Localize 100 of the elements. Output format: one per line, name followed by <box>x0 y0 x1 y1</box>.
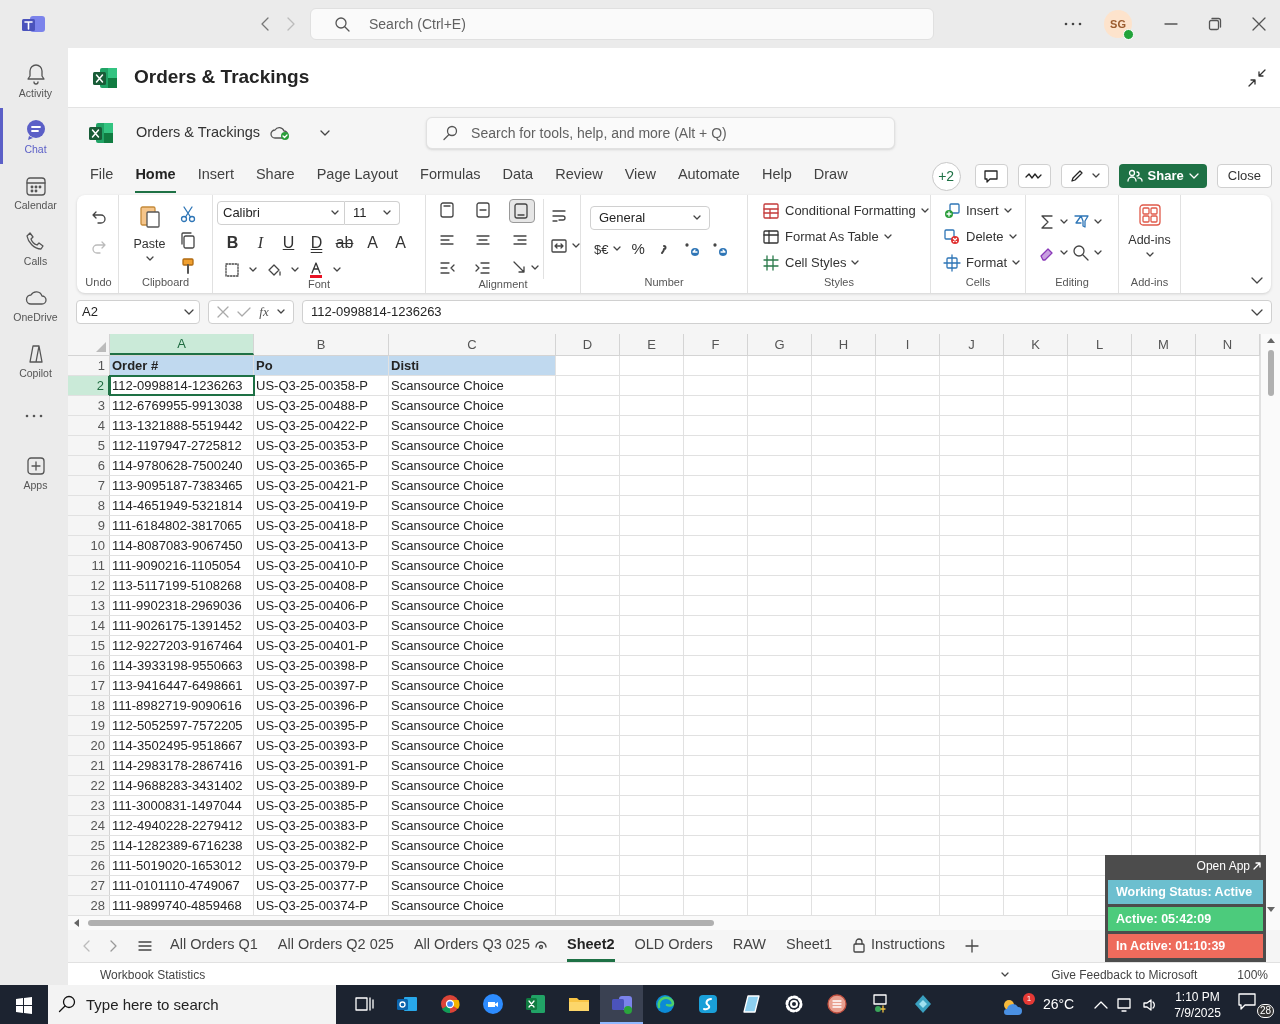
decrease-indent-icon[interactable] <box>438 259 456 277</box>
workbook-statistics-button[interactable]: Workbook Statistics <box>100 965 206 984</box>
menu-tab[interactable]: Draw <box>813 159 848 193</box>
caret-icon[interactable] <box>333 267 341 273</box>
more-icon[interactable] <box>1064 22 1082 26</box>
paste-button[interactable]: Paste <box>133 203 166 277</box>
caret-icon[interactable] <box>1145 251 1154 258</box>
catch-up-button[interactable] <box>1017 164 1051 188</box>
row-header[interactable]: 4 <box>68 416 110 435</box>
add-sheet-icon[interactable] <box>965 939 980 953</box>
column-header[interactable]: G <box>748 334 812 355</box>
row-header[interactable]: 27 <box>68 876 110 895</box>
currency-button[interactable]: $€ <box>594 239 622 259</box>
sheet-tab[interactable]: OLD Orders <box>634 929 713 963</box>
top-align-icon[interactable] <box>438 201 456 219</box>
menu-tab[interactable]: View <box>624 159 656 193</box>
chevron-up-icon[interactable] <box>1094 999 1109 1010</box>
row-header[interactable]: 12 <box>68 576 110 595</box>
row-header[interactable]: 22 <box>68 776 110 795</box>
restore-icon[interactable] <box>1208 17 1222 31</box>
row-header[interactable]: 23 <box>68 796 110 815</box>
row-header[interactable]: 7 <box>68 476 110 495</box>
caret-icon[interactable] <box>1060 218 1068 225</box>
row-header[interactable]: 14 <box>68 616 110 635</box>
sheet-tab[interactable]: All Orders Q3 025 <box>413 929 547 963</box>
caret-icon[interactable] <box>572 243 580 249</box>
close-icon[interactable] <box>1252 17 1266 31</box>
row-header[interactable]: 1 <box>68 356 110 375</box>
italic-button[interactable]: I <box>249 231 272 255</box>
menu-tab[interactable]: Automate <box>677 159 740 193</box>
name-box[interactable]: A2 <box>76 300 200 324</box>
search-field[interactable]: Search (Ctrl+E) <box>310 8 934 40</box>
sheet-tab[interactable]: All Orders Q2 025 <box>277 929 394 963</box>
copy-icon[interactable] <box>179 231 198 249</box>
search-field[interactable]: Search for tools, help, and more (Alt + Q) <box>426 117 896 149</box>
row-header[interactable]: 11 <box>68 556 110 575</box>
row-header[interactable]: 8 <box>68 496 110 515</box>
column-header[interactable]: B <box>254 334 389 355</box>
column-header[interactable]: L <box>1068 334 1132 355</box>
menu-icon[interactable] <box>138 940 152 952</box>
middle-align-icon[interactable] <box>474 201 493 219</box>
scroll-up-icon[interactable] <box>1265 336 1276 344</box>
expand-ribbon-icon[interactable] <box>1251 277 1263 285</box>
caret-icon[interactable] <box>276 309 285 315</box>
row-header[interactable]: 19 <box>68 716 110 735</box>
row-header[interactable]: 9 <box>68 516 110 535</box>
formula-field[interactable]: 112-0998814-1236263 <box>302 300 1272 324</box>
column-header[interactable]: H <box>812 334 876 355</box>
column-header[interactable]: I <box>876 334 940 355</box>
row-header[interactable]: 6 <box>68 456 110 475</box>
row-header[interactable]: 25 <box>68 836 110 855</box>
row-header[interactable]: 5 <box>68 436 110 455</box>
column-header[interactable]: D <box>556 334 620 355</box>
next-sheet-icon[interactable] <box>110 940 118 952</box>
menu-tab[interactable]: Review <box>555 159 603 193</box>
open-app-link[interactable]: Open App <box>1196 857 1261 875</box>
caret-icon[interactable] <box>1003 208 1012 214</box>
column-header[interactable]: K <box>1004 334 1068 355</box>
grow-font-button[interactable]: A <box>361 231 384 255</box>
share-button[interactable]: Share <box>1118 164 1207 188</box>
caret-icon[interactable] <box>883 234 892 240</box>
menu-tab[interactable]: Help <box>761 159 792 193</box>
double-underline-button[interactable]: D <box>305 231 328 255</box>
caret-icon[interactable] <box>1094 218 1102 225</box>
number-format-dropdown[interactable]: General <box>590 206 710 230</box>
shrink-font-button[interactable]: A <box>389 231 412 255</box>
percent-button[interactable]: % <box>631 238 645 261</box>
caret-icon[interactable] <box>851 260 860 266</box>
caret-icon[interactable] <box>1094 249 1102 256</box>
menu-tab[interactable]: Page Layout <box>316 159 399 193</box>
row-header[interactable]: 3 <box>68 396 110 415</box>
bold-button[interactable]: B <box>221 231 244 255</box>
styles-button[interactable]: Cell Styles <box>762 252 930 274</box>
row-header[interactable]: 17 <box>68 676 110 695</box>
caret-icon[interactable] <box>1001 971 1010 978</box>
row-header[interactable]: 26 <box>68 856 110 875</box>
rail-item[interactable]: Apps <box>0 444 68 500</box>
row-header[interactable]: 24 <box>68 816 110 835</box>
caret-icon[interactable] <box>291 267 299 273</box>
coauthors-badge[interactable]: +2 <box>931 161 961 191</box>
borders-icon[interactable] <box>223 261 241 279</box>
column-header[interactable]: E <box>620 334 684 355</box>
column-header[interactable]: F <box>684 334 748 355</box>
caret-icon[interactable] <box>530 265 539 271</box>
sheet-tab[interactable]: Sheet1 <box>786 929 832 963</box>
start-icon[interactable] <box>15 995 33 1014</box>
merge-icon[interactable] <box>550 237 568 255</box>
font-name-dropdown[interactable]: Calibri <box>217 201 345 225</box>
caret-icon[interactable] <box>693 215 701 221</box>
font-color-icon[interactable] <box>307 261 325 279</box>
row-header[interactable]: 21 <box>68 756 110 775</box>
find-icon[interactable] <box>1072 243 1090 262</box>
menu-tab[interactable]: Formulas <box>420 159 481 193</box>
menu-tab[interactable]: File <box>90 159 114 193</box>
column-header[interactable]: C <box>389 334 556 355</box>
scroll-thumb[interactable] <box>1267 350 1274 396</box>
menu-tab[interactable]: Insert <box>197 159 234 193</box>
column-header[interactable]: M <box>1132 334 1196 355</box>
back-icon[interactable] <box>260 16 270 32</box>
cut-icon[interactable] <box>179 205 198 223</box>
